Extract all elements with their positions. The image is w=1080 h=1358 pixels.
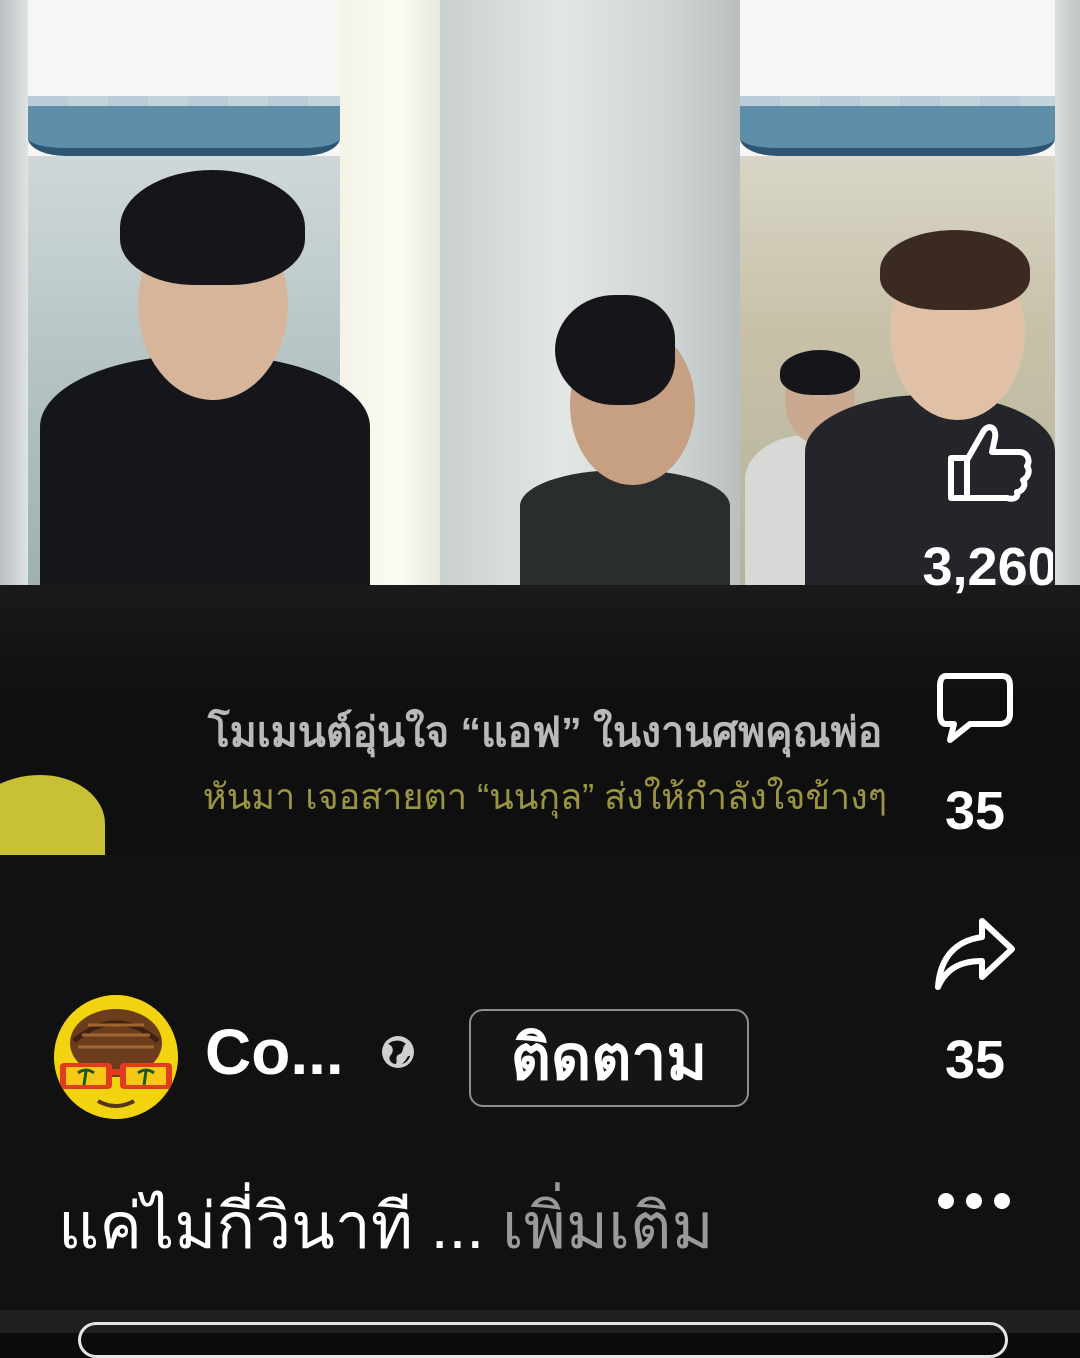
video-caption-primary: โมเมนต์อุ่นใจ “แอฟ” ในงานศพคุณพ่อ — [207, 709, 883, 755]
person-left — [20, 170, 380, 585]
share-button[interactable]: 35 — [920, 915, 1030, 1087]
comment-input-pill[interactable] — [78, 1322, 1008, 1358]
more-icon[interactable] — [934, 1186, 1014, 1216]
avatar-image — [54, 995, 178, 1119]
description-text: แค่ไม่กี่วินาที — [58, 1190, 413, 1262]
author-name[interactable]: Co... — [205, 1015, 344, 1089]
post-description[interactable]: แค่ไม่กี่วินาที ... เพิ่มเติม — [58, 1175, 714, 1277]
see-more-link[interactable]: เพิ่มเติม — [502, 1190, 714, 1262]
person-center — [510, 295, 740, 585]
author-avatar[interactable] — [54, 995, 178, 1119]
comment-icon — [937, 673, 1013, 743]
like-count: 3,260 — [922, 540, 1053, 594]
description-ellipsis: ... — [413, 1190, 502, 1262]
like-button[interactable]: 3,260 — [895, 420, 1080, 594]
comment-button[interactable]: 35 — [920, 668, 1030, 838]
follow-button[interactable]: ติดตาม — [469, 1009, 749, 1107]
share-icon — [935, 918, 1015, 990]
globe-icon — [382, 1036, 414, 1068]
like-icon — [947, 424, 1032, 502]
video-caption-secondary: หันมา เจอสายตา “นนกุล” ส่งให้กำลังใจข้าง… — [202, 776, 888, 817]
comment-count: 35 — [944, 784, 1006, 838]
share-count: 35 — [944, 1033, 1006, 1087]
